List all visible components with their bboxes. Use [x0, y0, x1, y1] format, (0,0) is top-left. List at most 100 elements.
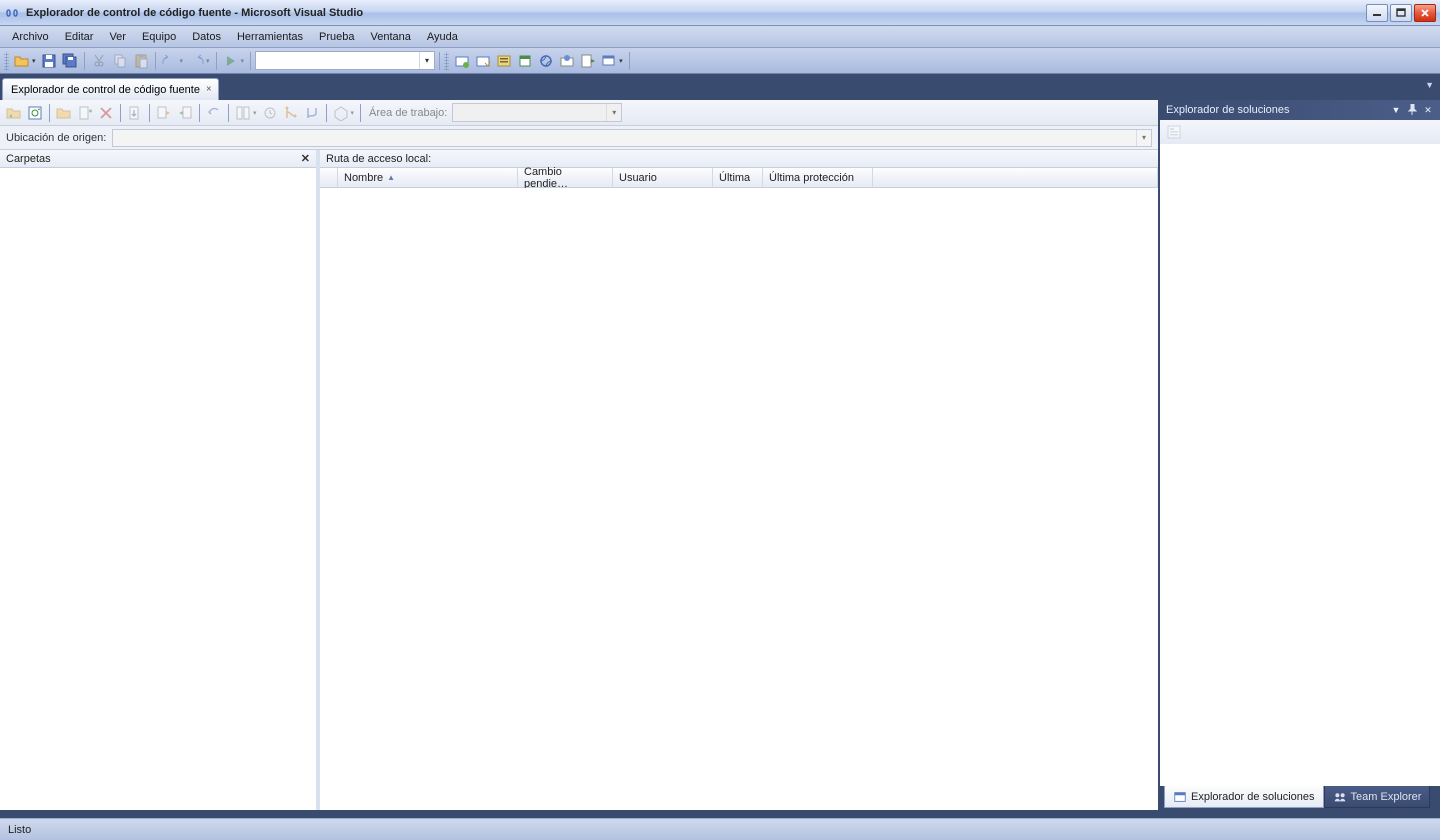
sc-back-button[interactable] — [4, 103, 24, 123]
solution-toolbar — [1160, 120, 1440, 144]
sc-history-button[interactable] — [260, 103, 280, 123]
copy-button[interactable] — [110, 51, 130, 71]
team-button-3[interactable] — [494, 51, 514, 71]
sc-merge-button[interactable] — [302, 103, 322, 123]
separator-icon — [149, 104, 150, 122]
separator-icon — [49, 104, 50, 122]
separator-icon — [629, 52, 630, 70]
menu-archivo[interactable]: Archivo — [4, 26, 57, 47]
right-panel-tabs: Explorador de soluciones Team Explorer — [1160, 786, 1440, 810]
main-toolbar: ▾ — [0, 48, 1440, 74]
close-button[interactable] — [1414, 4, 1436, 22]
cut-button[interactable] — [89, 51, 109, 71]
redo-button[interactable] — [186, 51, 212, 71]
close-panel-icon[interactable]: ✕ — [1422, 105, 1434, 116]
file-list[interactable] — [320, 188, 1158, 810]
minimize-button[interactable] — [1366, 4, 1388, 22]
close-folders-icon[interactable]: ✕ — [301, 152, 310, 165]
team-icon — [1333, 790, 1347, 804]
start-debug-button[interactable] — [221, 51, 247, 71]
menu-ventana[interactable]: Ventana — [362, 26, 418, 47]
list-columns: Nombre ▲ Cambio pendie… Usuario Última Ú… — [320, 168, 1158, 188]
team-button-8[interactable] — [599, 51, 625, 71]
toolbar-grip-icon — [4, 52, 9, 70]
status-text: Listo — [8, 824, 31, 836]
panel-menu-icon[interactable]: ▼ — [1390, 105, 1402, 115]
maximize-button[interactable] — [1390, 4, 1412, 22]
pin-icon[interactable] — [1406, 104, 1418, 116]
menu-prueba[interactable]: Prueba — [311, 26, 362, 47]
tab-team-explorer[interactable]: Team Explorer — [1324, 786, 1431, 808]
sc-checkout-button[interactable] — [154, 103, 174, 123]
doc-tab-label: Explorador de control de código fuente — [11, 84, 200, 96]
separator-icon — [216, 52, 217, 70]
save-all-button[interactable] — [60, 51, 80, 71]
solution-icon — [1173, 790, 1187, 804]
sc-delete-button[interactable] — [96, 103, 116, 123]
team-button-1[interactable] — [452, 51, 472, 71]
sort-asc-icon: ▲ — [387, 173, 395, 182]
toolbar-grip-icon — [444, 52, 449, 70]
list-pane: Ruta de acceso local: Nombre ▲ Cambio pe… — [320, 150, 1158, 810]
active-files-menu-icon[interactable]: ▼ — [1425, 80, 1434, 90]
origin-location-field[interactable]: ▾ — [112, 129, 1152, 147]
sc-refresh-button[interactable] — [25, 103, 45, 123]
localpath-header: Ruta de acceso local: — [326, 153, 431, 165]
folders-header: Carpetas — [6, 153, 51, 165]
sc-addfolder-button[interactable] — [54, 103, 74, 123]
col-ultima[interactable]: Última — [713, 168, 763, 187]
sc-addfile-button[interactable] — [75, 103, 95, 123]
paste-button[interactable] — [131, 51, 151, 71]
source-path-row: Ubicación de origen: ▾ — [0, 126, 1158, 150]
separator-icon — [155, 52, 156, 70]
menu-ver[interactable]: Ver — [101, 26, 134, 47]
separator-icon — [250, 52, 251, 70]
sc-undo-button[interactable] — [204, 103, 224, 123]
menu-equipo[interactable]: Equipo — [134, 26, 184, 47]
menubar: Archivo Editar Ver Equipo Datos Herramie… — [0, 26, 1440, 48]
solution-tree[interactable] — [1160, 144, 1440, 786]
solution-properties-button[interactable] — [1164, 122, 1184, 142]
solution-explorer-title: Explorador de soluciones — [1166, 104, 1386, 116]
document-tab-strip: Explorador de control de código fuente ×… — [0, 74, 1440, 100]
sc-label-button[interactable] — [331, 103, 357, 123]
sc-compare-button[interactable] — [233, 103, 259, 123]
separator-icon — [120, 104, 121, 122]
sc-get-button[interactable] — [125, 103, 145, 123]
close-tab-icon[interactable]: × — [206, 84, 212, 95]
col-usuario[interactable]: Usuario — [613, 168, 713, 187]
tab-solution-explorer[interactable]: Explorador de soluciones — [1164, 786, 1324, 808]
separator-icon — [326, 104, 327, 122]
sc-branch-button[interactable] — [281, 103, 301, 123]
col-cambio[interactable]: Cambio pendie… — [518, 168, 613, 187]
save-button[interactable] — [39, 51, 59, 71]
open-file-button[interactable] — [12, 51, 38, 71]
col-ultima-prot[interactable]: Última protección — [763, 168, 873, 187]
team-button-7[interactable] — [578, 51, 598, 71]
workspace-label: Área de trabajo: — [369, 107, 447, 119]
col-nombre[interactable]: Nombre ▲ — [338, 168, 518, 187]
chevron-down-icon: ▾ — [419, 52, 434, 69]
solution-explorer-header: Explorador de soluciones ▼ ✕ — [1160, 100, 1440, 120]
folders-tree[interactable] — [0, 168, 316, 810]
separator-icon — [360, 104, 361, 122]
menu-editar[interactable]: Editar — [57, 26, 102, 47]
undo-button[interactable] — [160, 51, 186, 71]
menu-herramientas[interactable]: Herramientas — [229, 26, 311, 47]
find-combo[interactable]: ▾ — [255, 51, 435, 70]
separator-icon — [228, 104, 229, 122]
statusbar: Listo — [0, 818, 1440, 840]
team-button-2[interactable] — [473, 51, 493, 71]
titlebar: Explorador de control de código fuente -… — [0, 0, 1440, 26]
workspace-combo[interactable]: ▾ — [452, 103, 622, 122]
menu-ayuda[interactable]: Ayuda — [419, 26, 466, 47]
separator-icon — [439, 52, 440, 70]
team-button-6[interactable] — [557, 51, 577, 71]
team-button-5[interactable] — [536, 51, 556, 71]
doc-tab-source-explorer[interactable]: Explorador de control de código fuente × — [2, 78, 219, 100]
sc-checkin-button[interactable] — [175, 103, 195, 123]
team-button-4[interactable] — [515, 51, 535, 71]
folders-pane: Carpetas ✕ — [0, 150, 320, 810]
origin-label: Ubicación de origen: — [6, 132, 106, 144]
menu-datos[interactable]: Datos — [184, 26, 229, 47]
